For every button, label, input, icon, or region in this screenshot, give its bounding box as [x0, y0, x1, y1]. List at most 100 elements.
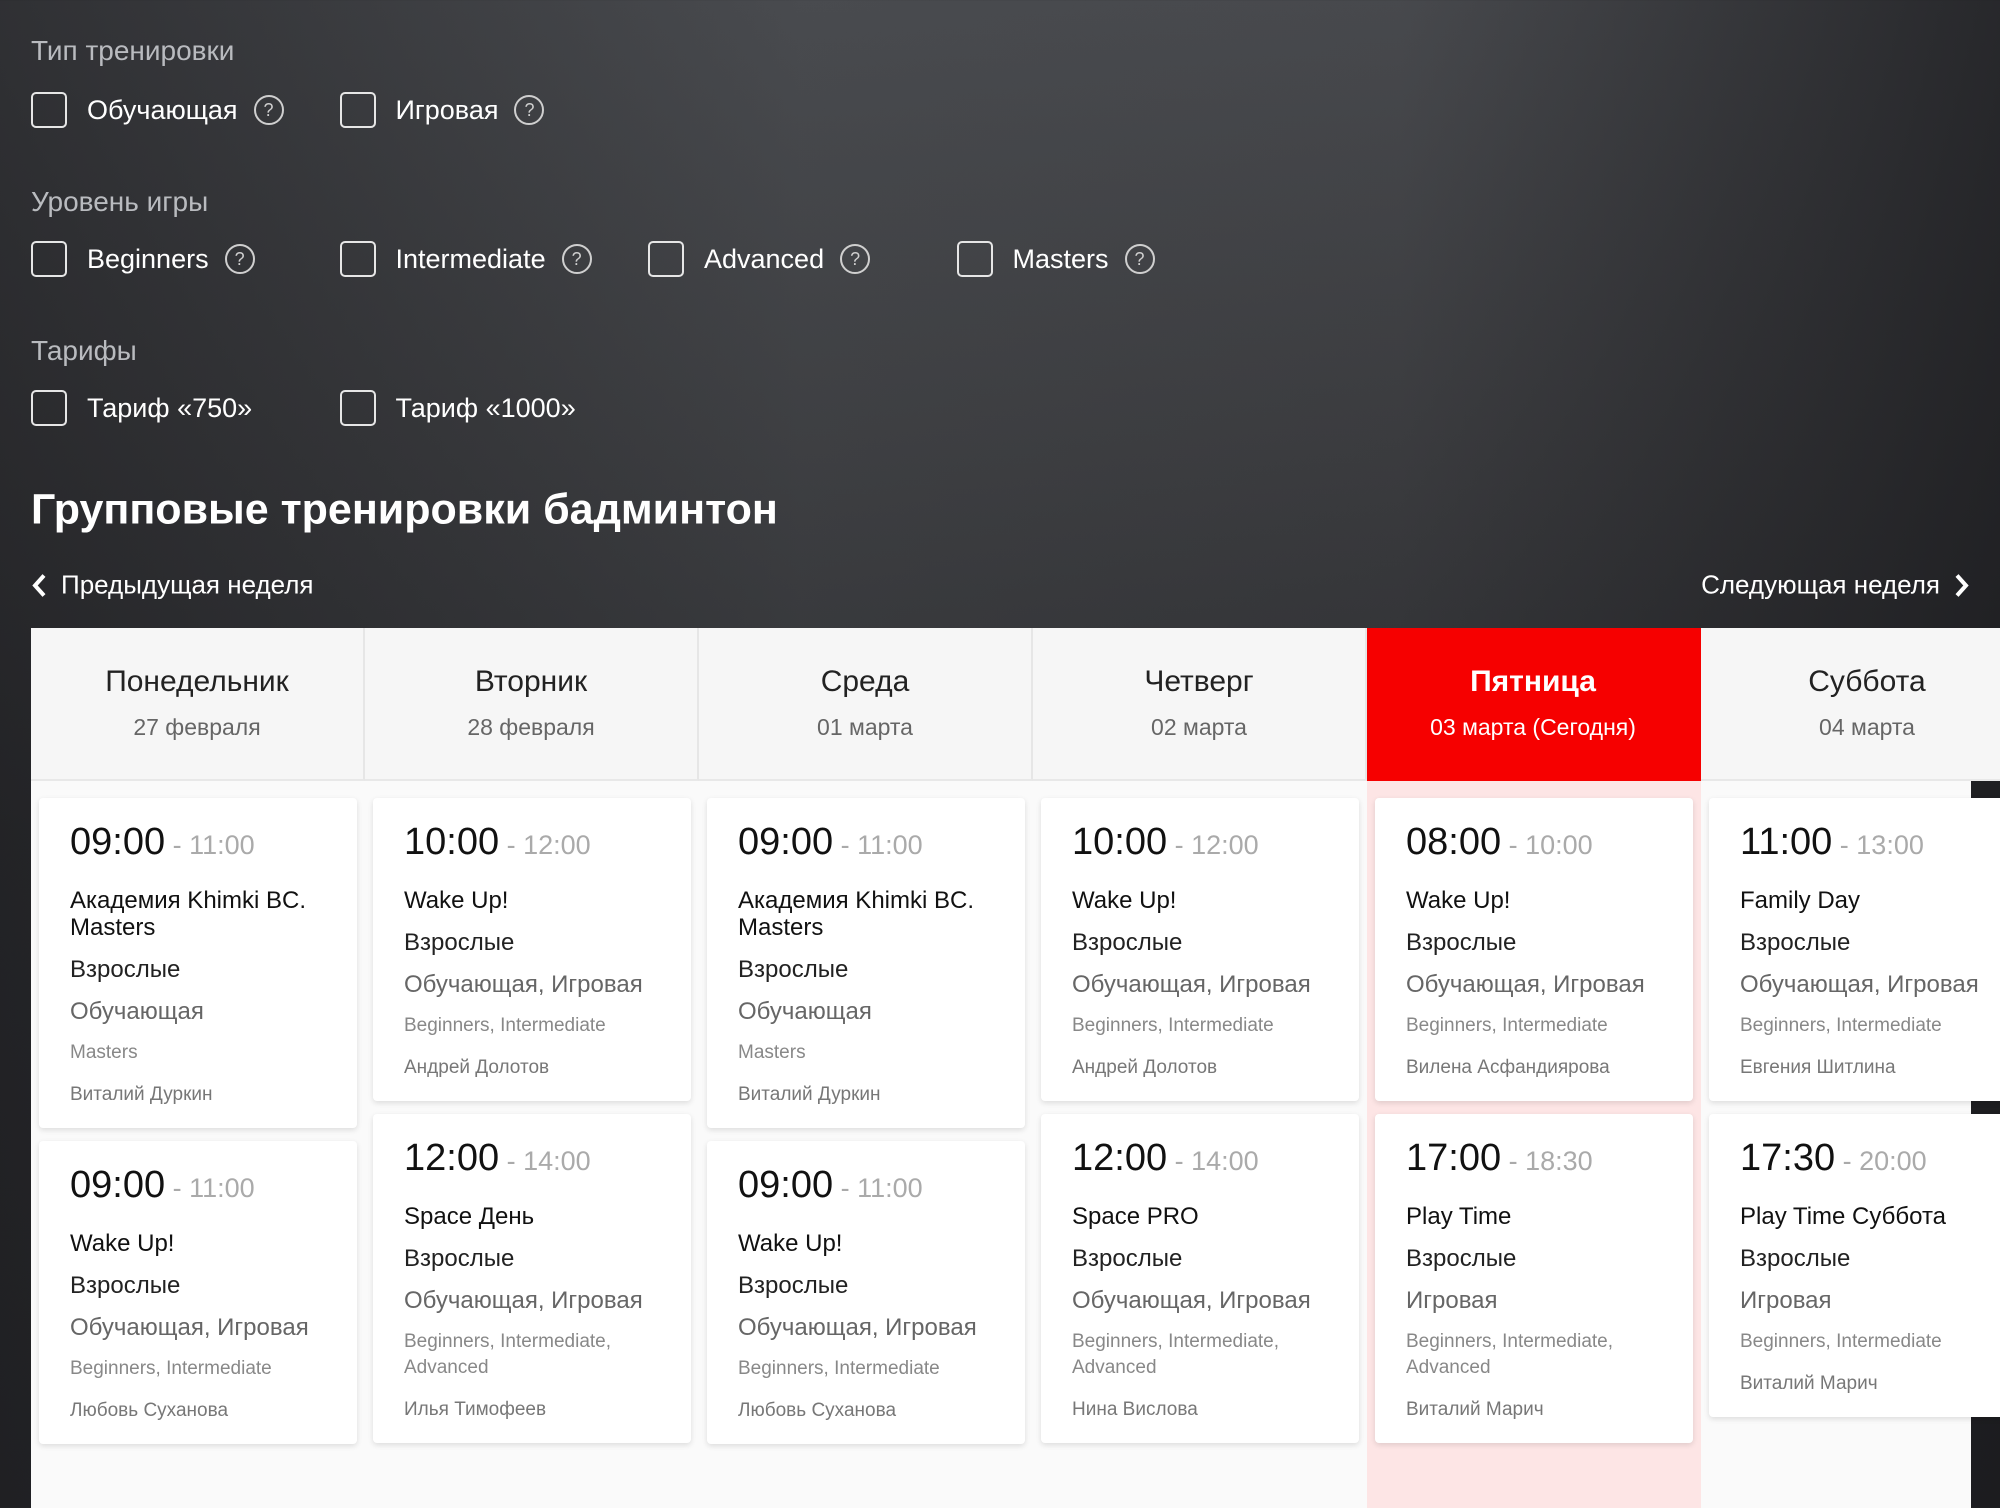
- session-coach: Андрей Долотов: [1072, 1057, 1218, 1078]
- filter-checkbox-level[interactable]: Masters ?: [956, 241, 1155, 277]
- checkbox-label: Тариф «1000»: [395, 392, 576, 423]
- session-name: Wake Up!: [404, 887, 509, 914]
- session-coach: Виталий Марич: [1406, 1399, 1544, 1420]
- start-time: 12:00: [1072, 1137, 1168, 1179]
- start-time: 08:00: [1406, 821, 1502, 863]
- session-card[interactable]: 09:00 - 11:00 Wake Up! Взрослые Обучающа…: [39, 1141, 357, 1444]
- prev-week-link[interactable]: Предыдущая неделя: [31, 570, 313, 601]
- help-icon[interactable]: ?: [514, 95, 545, 125]
- time-separator: -: [499, 1146, 524, 1176]
- session-card[interactable]: 12:00 - 14:00 Space День Взрослые Обучаю…: [373, 1114, 691, 1443]
- filter-checkbox-level[interactable]: Beginners ?: [31, 241, 255, 277]
- session-card[interactable]: 10:00 - 12:00 Wake Up! Взрослые Обучающа…: [373, 798, 691, 1101]
- next-week-link[interactable]: Следующая неделя: [1701, 570, 1970, 601]
- session-type: Обучающая, Игровая: [1406, 971, 1645, 998]
- session-card[interactable]: 09:00 - 11:00 Академия Khimki BC. Master…: [39, 798, 357, 1128]
- session-coach: Нина Вислова: [1072, 1399, 1198, 1420]
- day-header: Пятница 03 марта (Сегодня): [1367, 628, 1701, 781]
- session-card[interactable]: 09:00 - 11:00 Wake Up! Взрослые Обучающа…: [707, 1141, 1025, 1444]
- time-separator: -: [1167, 1146, 1192, 1176]
- session-levels: Beginners, Intermediate: [404, 1015, 606, 1036]
- filter-checkbox-type[interactable]: Игровая ?: [339, 92, 545, 128]
- checkbox[interactable]: [956, 241, 993, 277]
- start-time: 09:00: [70, 821, 166, 863]
- session-card[interactable]: 12:00 - 14:00 Space PRO Взрослые Обучающ…: [1041, 1114, 1359, 1443]
- session-name: Space PRO: [1072, 1203, 1199, 1230]
- day-date: 04 марта: [1819, 714, 1915, 740]
- session-time: 09:00 - 11:00: [738, 1163, 994, 1207]
- session-time: 12:00 - 14:00: [404, 1136, 660, 1180]
- page-title: Групповые тренировки бадминтон: [31, 485, 778, 534]
- day-date: 01 марта: [817, 714, 913, 740]
- session-card[interactable]: 10:00 - 12:00 Wake Up! Взрослые Обучающа…: [1041, 798, 1359, 1101]
- start-time: 12:00: [404, 1137, 500, 1179]
- session-coach: Евгения Шитлина: [1740, 1057, 1896, 1078]
- session-card[interactable]: 17:30 - 20:00 Play Time Суббота Взрослые…: [1709, 1114, 2000, 1417]
- day-header: Суббота 04 марта: [1701, 628, 2000, 781]
- checkbox[interactable]: [339, 92, 376, 128]
- session-card[interactable]: 17:00 - 18:30 Play Time Взрослые Игровая…: [1375, 1114, 1693, 1443]
- session-time: 09:00 - 11:00: [70, 820, 326, 864]
- session-type: Обучающая, Игровая: [738, 1314, 977, 1341]
- session-type: Обучающая, Игровая: [1072, 1287, 1311, 1314]
- time-separator: -: [165, 1173, 190, 1203]
- start-time: 10:00: [1072, 821, 1168, 863]
- session-type: Игровая: [1740, 1287, 1832, 1314]
- session-time: 12:00 - 14:00: [1072, 1136, 1328, 1180]
- help-icon[interactable]: ?: [561, 244, 592, 274]
- session-time: 11:00 - 13:00: [1740, 820, 1996, 864]
- help-icon[interactable]: ?: [224, 244, 255, 274]
- time-separator: -: [1832, 830, 1857, 860]
- help-icon[interactable]: ?: [1124, 244, 1155, 274]
- session-type: Обучающая, Игровая: [1072, 971, 1311, 998]
- session-card[interactable]: 08:00 - 10:00 Wake Up! Взрослые Обучающа…: [1375, 798, 1693, 1101]
- checkbox[interactable]: [339, 390, 376, 426]
- session-levels: Beginners, Intermediate: [70, 1358, 272, 1379]
- prev-week-label: Предыдущая неделя: [61, 569, 314, 600]
- day-name: Вторник: [474, 665, 588, 698]
- start-time: 10:00: [404, 821, 500, 863]
- end-time: 11:00: [857, 1173, 923, 1203]
- end-time: 13:00: [1856, 830, 1924, 860]
- checkbox-label: Обучающая: [87, 94, 238, 125]
- session-type: Обучающая, Игровая: [404, 1287, 643, 1314]
- session-name: Академия Khimki BC. Masters: [70, 887, 306, 941]
- session-type: Обучающая: [738, 998, 872, 1025]
- help-icon[interactable]: ?: [840, 244, 871, 274]
- end-time: 11:00: [189, 830, 255, 860]
- filter-checkbox-level[interactable]: Advanced ?: [648, 241, 871, 277]
- session-levels: Beginners, Intermediate: [1740, 1015, 1942, 1036]
- start-time: 09:00: [70, 1164, 166, 1206]
- day-header: Вторник 28 февраля: [365, 628, 699, 781]
- day-name: Понедельник: [105, 665, 289, 698]
- day-name: Пятница: [1470, 665, 1596, 698]
- checkbox[interactable]: [339, 241, 376, 277]
- session-card[interactable]: 09:00 - 11:00 Академия Khimki BC. Master…: [707, 798, 1025, 1128]
- session-levels: Beginners, Intermediate: [1072, 1015, 1274, 1036]
- day-name: Среда: [820, 665, 910, 698]
- session-age: Взрослые: [738, 1272, 849, 1299]
- start-time: 09:00: [738, 1164, 834, 1206]
- filter-checkbox-level[interactable]: Intermediate ?: [339, 241, 592, 277]
- checkbox[interactable]: [648, 241, 684, 277]
- help-icon[interactable]: ?: [253, 95, 284, 125]
- session-name: Play Time Суббота: [1740, 1203, 1947, 1230]
- checkbox[interactable]: [31, 241, 67, 277]
- session-name: Wake Up!: [738, 1230, 843, 1257]
- day-column: Пятница 03 марта (Сегодня) 08:00 - 10:00…: [1367, 628, 1701, 1508]
- session-card[interactable]: 11:00 - 13:00 Family Day Взрослые Обучаю…: [1709, 798, 2000, 1101]
- session-time: 10:00 - 12:00: [404, 820, 660, 864]
- session-age: Взрослые: [738, 956, 849, 983]
- checkbox[interactable]: [31, 390, 67, 426]
- filter-checkbox-tariff[interactable]: Тариф «750»: [31, 390, 252, 426]
- day-column: Среда 01 марта 09:00 - 11:00 Академия Kh…: [699, 628, 1033, 1508]
- day-header: Четверг 02 марта: [1033, 628, 1367, 781]
- checkbox[interactable]: [31, 92, 67, 128]
- filter-checkbox-type[interactable]: Обучающая ?: [31, 92, 284, 128]
- end-time: 14:00: [523, 1146, 591, 1176]
- time-separator: -: [1501, 1146, 1526, 1176]
- time-separator: -: [1835, 1146, 1860, 1176]
- day-header: Среда 01 марта: [699, 628, 1033, 781]
- filter-group-label-type: Тип тренировки: [31, 35, 235, 66]
- filter-checkbox-tariff[interactable]: Тариф «1000»: [339, 390, 576, 426]
